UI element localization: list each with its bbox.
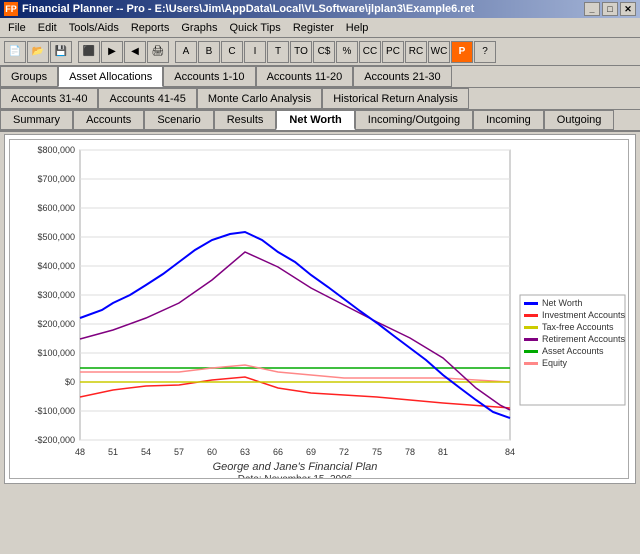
svg-text:72: 72 (339, 447, 349, 457)
svg-text:75: 75 (372, 447, 382, 457)
svg-text:Date: November 15, 2006: Date: November 15, 2006 (238, 474, 353, 479)
tb-btn14[interactable]: C$ (313, 41, 335, 63)
svg-text:George and Jane's Financial Pl: George and Jane's Financial Plan (213, 461, 378, 473)
svg-text:Equity: Equity (542, 358, 568, 368)
tb-plan[interactable]: P (451, 41, 473, 63)
tb-save[interactable]: 💾 (50, 41, 72, 63)
tab-net-worth[interactable]: Net Worth (276, 110, 354, 130)
svg-text:$300,000: $300,000 (37, 290, 75, 300)
svg-text:Tax-free Accounts: Tax-free Accounts (542, 322, 614, 332)
svg-text:48: 48 (75, 447, 85, 457)
nav-asset-allocations[interactable]: Asset Allocations (58, 66, 163, 87)
svg-text:84: 84 (505, 447, 515, 457)
tab-outgoing[interactable]: Outgoing (544, 110, 615, 130)
maximize-button[interactable]: □ (602, 2, 618, 16)
tb-btn16[interactable]: CC (359, 41, 381, 63)
title-bar: FP Financial Planner -- Pro - E:\Users\J… (0, 0, 640, 18)
svg-text:66: 66 (273, 447, 283, 457)
tb-btn8[interactable]: A (175, 41, 197, 63)
tab-row: Summary Accounts Scenario Results Net Wo… (0, 110, 640, 132)
nav-monte-carlo[interactable]: Monte Carlo Analysis (197, 88, 322, 109)
svg-text:Investment Accounts: Investment Accounts (542, 310, 626, 320)
svg-text:$100,000: $100,000 (37, 348, 75, 358)
tab-results[interactable]: Results (214, 110, 277, 130)
tb-btn12[interactable]: T (267, 41, 289, 63)
tb-btn17[interactable]: PC (382, 41, 404, 63)
svg-text:$800,000: $800,000 (37, 145, 75, 155)
svg-text:78: 78 (405, 447, 415, 457)
tb-btn4[interactable]: ⬛ (78, 41, 100, 63)
svg-text:Retirement Accounts: Retirement Accounts (542, 334, 626, 344)
menu-edit[interactable]: Edit (32, 20, 63, 36)
svg-text:$600,000: $600,000 (37, 203, 75, 213)
tb-help2[interactable]: ? (474, 41, 496, 63)
menu-tools[interactable]: Tools/Aids (63, 20, 125, 36)
close-button[interactable]: ✕ (620, 2, 636, 16)
svg-text:$500,000: $500,000 (37, 232, 75, 242)
menu-file[interactable]: File (2, 20, 32, 36)
nav-row1: Groups Asset Allocations Accounts 1-10 A… (0, 66, 640, 88)
svg-text:$0: $0 (65, 377, 75, 387)
minimize-button[interactable]: _ (584, 2, 600, 16)
svg-text:$200,000: $200,000 (37, 319, 75, 329)
svg-text:$400,000: $400,000 (37, 261, 75, 271)
tb-btn19[interactable]: WC (428, 41, 450, 63)
svg-text:Net Worth: Net Worth (542, 298, 582, 308)
nav-accounts-31-40[interactable]: Accounts 31-40 (0, 88, 98, 109)
tab-accounts[interactable]: Accounts (73, 110, 144, 130)
menu-register[interactable]: Register (287, 20, 340, 36)
window-controls[interactable]: _ □ ✕ (584, 2, 636, 16)
nav-historical[interactable]: Historical Return Analysis (322, 88, 469, 109)
menu-quicktips[interactable]: Quick Tips (223, 20, 286, 36)
svg-text:54: 54 (141, 447, 151, 457)
tb-btn13[interactable]: TO (290, 41, 312, 63)
window-title: Financial Planner -- Pro - E:\Users\Jim\… (22, 3, 584, 15)
menu-help[interactable]: Help (340, 20, 375, 36)
menu-bar: File Edit Tools/Aids Reports Graphs Quic… (0, 18, 640, 38)
menu-reports[interactable]: Reports (125, 20, 176, 36)
nav-accounts-11-20[interactable]: Accounts 11-20 (256, 66, 354, 87)
nav-accounts-21-30[interactable]: Accounts 21-30 (353, 66, 451, 87)
nav-accounts-1-10[interactable]: Accounts 1-10 (163, 66, 255, 87)
chart-wrapper: $800,000 $700,000 $600,000 $500,000 $400… (4, 134, 636, 484)
app-icon: FP (4, 2, 18, 16)
tb-open[interactable]: 📂 (27, 41, 49, 63)
tab-scenario[interactable]: Scenario (144, 110, 213, 130)
tab-incoming-outgoing[interactable]: Incoming/Outgoing (355, 110, 473, 130)
toolbar: 📄 📂 💾 ⬛ ▶ ◀ 🖨 A B C I T TO C$ % CC PC RC… (0, 38, 640, 66)
tb-btn9[interactable]: B (198, 41, 220, 63)
tb-btn11[interactable]: I (244, 41, 266, 63)
nav-accounts-41-45[interactable]: Accounts 41-45 (98, 88, 196, 109)
tb-btn15[interactable]: % (336, 41, 358, 63)
tb-btn6[interactable]: ◀ (124, 41, 146, 63)
svg-text:63: 63 (240, 447, 250, 457)
menu-graphs[interactable]: Graphs (175, 20, 223, 36)
svg-text:51: 51 (108, 447, 118, 457)
net-worth-chart: $800,000 $700,000 $600,000 $500,000 $400… (9, 139, 629, 479)
svg-text:69: 69 (306, 447, 316, 457)
svg-text:60: 60 (207, 447, 217, 457)
svg-text:$700,000: $700,000 (37, 174, 75, 184)
tab-summary[interactable]: Summary (0, 110, 73, 130)
svg-text:-$200,000: -$200,000 (34, 435, 75, 445)
svg-text:57: 57 (174, 447, 184, 457)
tb-btn5[interactable]: ▶ (101, 41, 123, 63)
svg-text:81: 81 (438, 447, 448, 457)
nav-row2: Accounts 31-40 Accounts 41-45 Monte Carl… (0, 88, 640, 110)
main-content: $800,000 $700,000 $600,000 $500,000 $400… (0, 132, 640, 554)
tb-print[interactable]: 🖨 (147, 41, 169, 63)
tab-incoming[interactable]: Incoming (473, 110, 544, 130)
tb-new[interactable]: 📄 (4, 41, 26, 63)
svg-text:Asset Accounts: Asset Accounts (542, 346, 604, 356)
tb-btn10[interactable]: C (221, 41, 243, 63)
svg-text:-$100,000: -$100,000 (34, 406, 75, 416)
nav-groups[interactable]: Groups (0, 66, 58, 87)
tb-btn18[interactable]: RC (405, 41, 427, 63)
